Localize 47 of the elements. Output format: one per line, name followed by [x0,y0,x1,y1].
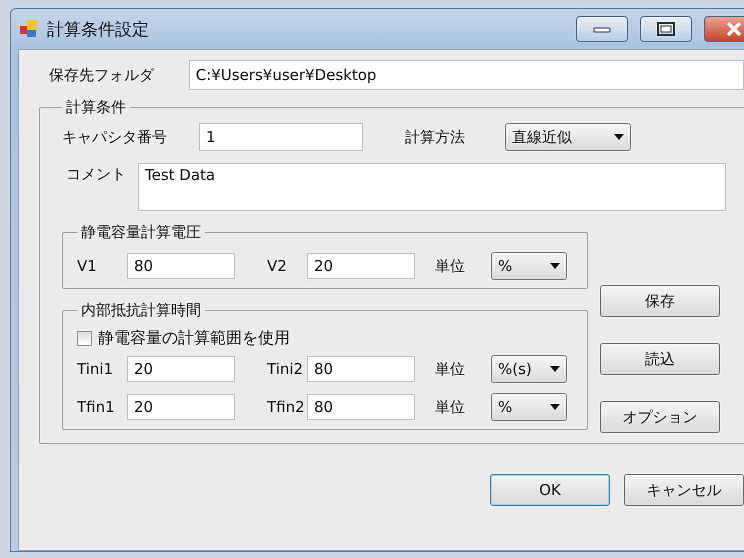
field-label: V2 [267,257,288,275]
input-field[interactable]: 80 [307,356,415,382]
input-field[interactable]: 20 [127,394,235,420]
input-field[interactable]: 80 [127,253,235,279]
caret-icon [550,366,560,372]
field-label: Tini2 [267,360,304,378]
input-field[interactable]: C:¥Users¥user¥Desktop [188,60,744,90]
side-button[interactable]: 読込 [600,343,720,375]
window-title: 計算条件設定 [47,18,150,40]
field-label: Tfin2 [267,398,306,416]
unit-label: 単位 [435,256,466,276]
checkbox-label[interactable]: 静電容量の計算範囲を使用 [98,328,290,349]
group-title: 静電容量計算電圧 [80,223,202,242]
field-label: V1 [77,257,98,275]
input-field[interactable]: 1 [199,123,363,151]
field-label: Tfin1 [77,398,116,416]
app-icon [19,19,39,39]
dropdown[interactable]: % [491,252,567,280]
field-label: Tini1 [77,360,114,378]
maximize-button[interactable] [640,16,692,42]
caret-icon [614,134,624,140]
dropdown[interactable]: %(s) [491,355,567,383]
dropdown[interactable]: 直線近似 [505,123,631,151]
minimize-button[interactable] [576,16,628,42]
caret-icon [550,404,560,410]
minimize-icon [593,25,611,33]
field-label: 計算方法 [405,128,466,146]
group-title: 計算条件 [65,98,127,117]
close-icon [726,22,742,36]
input-field[interactable]: 20 [307,253,415,279]
input-field[interactable]: 20 [127,356,235,382]
field-label: キャパシタ番号 [62,128,168,146]
field-label: コメント [66,165,127,184]
side-button[interactable]: 保存 [600,285,720,317]
comment-field[interactable]: Test Data [138,163,726,211]
dropdown[interactable]: % [491,393,567,421]
checkbox[interactable] [77,331,92,346]
field-label: 保存先フォルダ [49,66,156,84]
unit-label: 単位 [435,398,466,416]
unit-label: 単位 [435,360,466,378]
dialog-button[interactable]: キャンセル [624,474,744,506]
maximize-icon [657,22,675,36]
dialog-button[interactable]: OK [490,474,610,506]
group-title: 内部抵抗計算時間 [80,301,202,320]
side-button[interactable]: オプション [600,401,720,433]
caret-icon [550,263,560,269]
input-field[interactable]: 80 [307,394,415,420]
